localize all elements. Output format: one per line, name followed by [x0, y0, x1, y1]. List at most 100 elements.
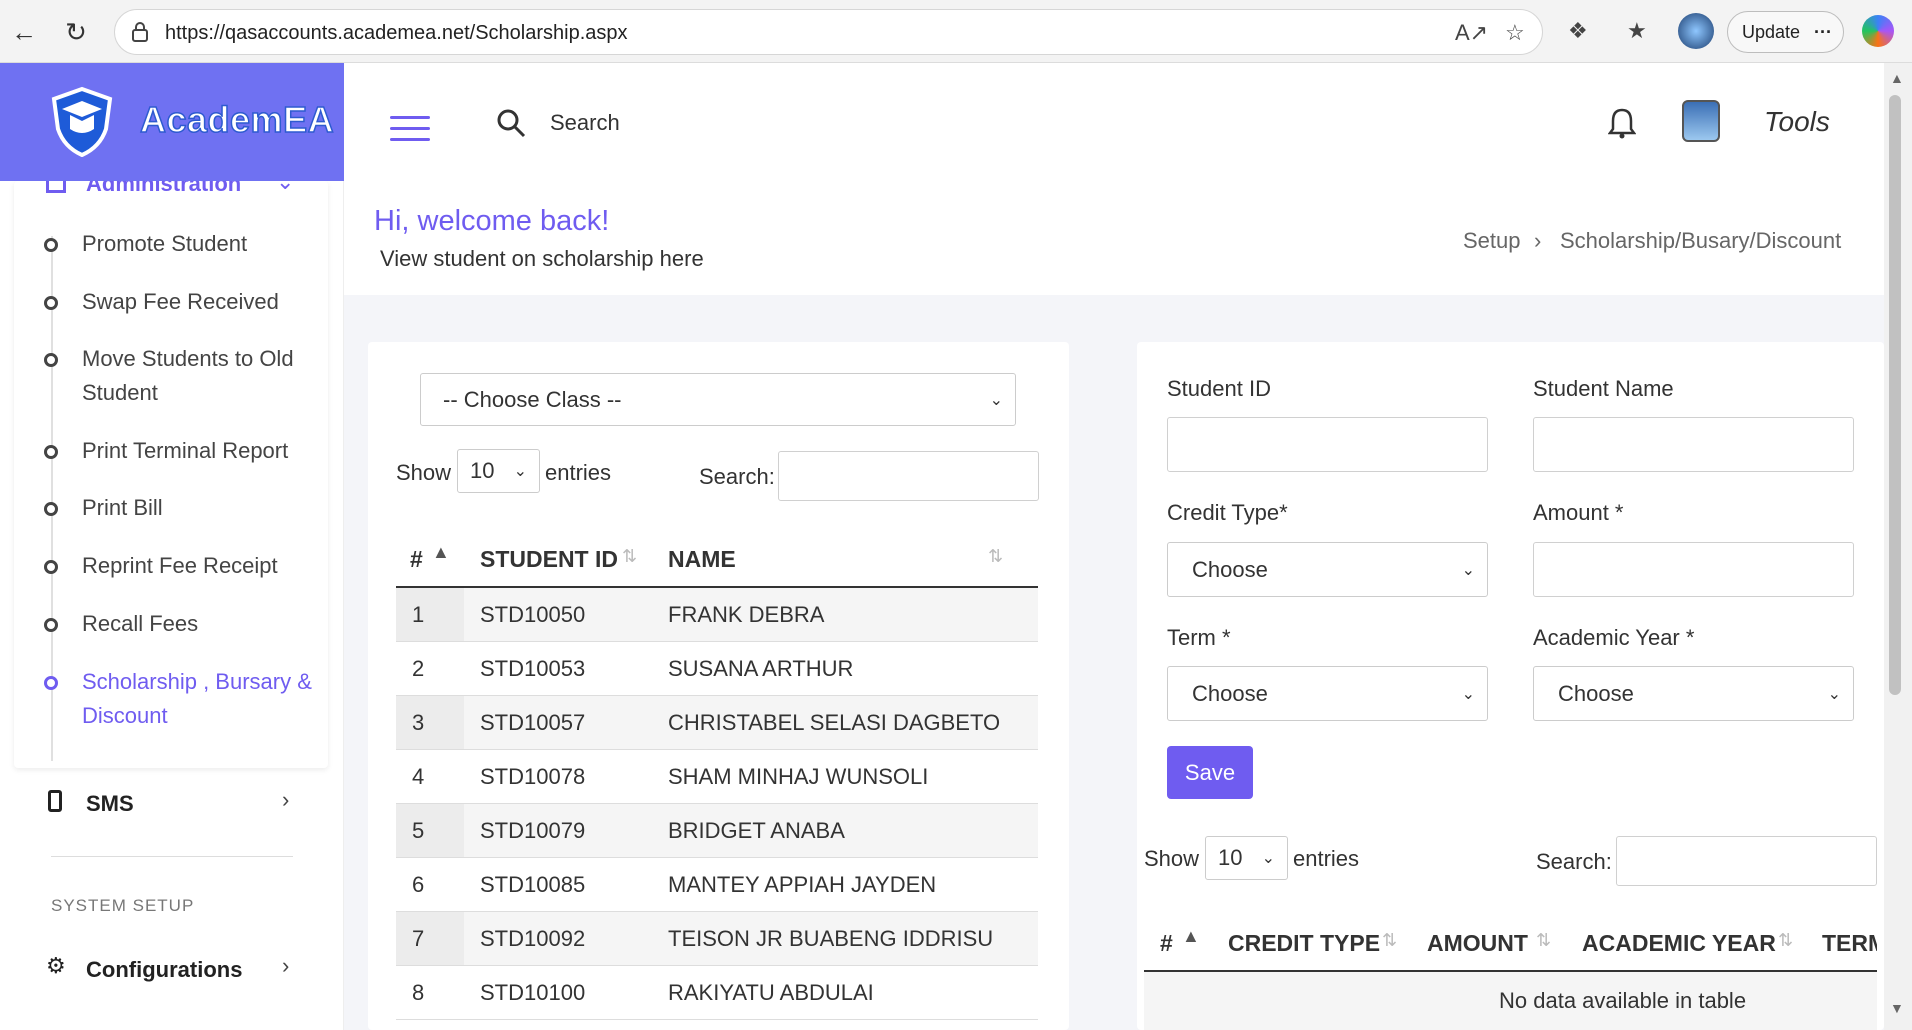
term-select[interactable]: Choose ⌄	[1167, 666, 1488, 721]
sort-icon[interactable]: ▲	[1182, 926, 1200, 947]
entries-select-value: 10	[1218, 845, 1243, 870]
scrollbar-thumb[interactable]	[1889, 95, 1901, 695]
column-header-academic-year[interactable]: ACADEMIC YEAR	[1582, 930, 1776, 957]
sidebar-item-label: Scholarship , Bursary & Discount	[82, 669, 312, 728]
column-header-student-id[interactable]: STUDENT ID	[480, 546, 618, 573]
scroll-down-icon[interactable]: ▼	[1890, 1000, 1904, 1016]
sidebar-item-label: Swap Fee Received	[82, 289, 279, 314]
header-search-label[interactable]: Search	[550, 110, 620, 136]
student-name-input[interactable]	[1533, 417, 1854, 472]
bullet-icon	[44, 676, 58, 690]
row-name: BRIDGET ANABA	[668, 818, 845, 843]
chevron-down-icon[interactable]: ⌄	[276, 181, 294, 195]
sidebar-divider	[51, 856, 293, 857]
bell-icon[interactable]	[1608, 107, 1636, 139]
class-select-value: -- Choose Class --	[443, 386, 622, 412]
academic-year-select[interactable]: Choose ⌄	[1533, 666, 1854, 721]
sidebar-item-configurations[interactable]: Configurations	[86, 957, 242, 983]
read-aloud-icon[interactable]: A↗	[1455, 20, 1488, 46]
row-student-id: STD10053	[480, 656, 586, 681]
bullet-icon	[44, 238, 58, 252]
favorite-star-icon[interactable]: ☆	[1505, 20, 1525, 46]
extensions-icon[interactable]: ❖	[1568, 18, 1588, 44]
save-button[interactable]: Save	[1167, 746, 1253, 799]
chevron-down-icon: ⌄	[1461, 561, 1475, 579]
sort-icon[interactable]: ⇅	[1778, 930, 1793, 951]
brand-name[interactable]: AcademEA	[139, 98, 334, 141]
row-name: FRANK DEBRA	[668, 602, 825, 627]
table-row[interactable]: 8 STD10100 RAKIYATU ABDULAI	[396, 966, 1038, 1020]
column-header-credit-type[interactable]: CREDIT TYPE	[1228, 930, 1380, 957]
sidebar-item-move-students[interactable]: Move Students to Old Student	[38, 342, 298, 410]
class-select[interactable]: -- Choose Class -- ⌄	[420, 373, 1016, 426]
show-label: Show	[1144, 846, 1200, 871]
show-label: Show	[396, 460, 452, 485]
update-button[interactable]: Update ···	[1727, 11, 1844, 53]
credit-type-select[interactable]: Choose ⌄	[1167, 542, 1488, 597]
url-text[interactable]: https://qasaccounts.academea.net/Scholar…	[165, 22, 628, 45]
logo-icon	[51, 86, 113, 157]
column-header-name[interactable]: NAME	[668, 546, 736, 573]
column-header-number[interactable]: #	[1160, 930, 1173, 957]
address-bar[interactable]: https://qasaccounts.academea.net/Scholar…	[114, 9, 1543, 55]
sort-icon[interactable]: ⇅	[1536, 930, 1551, 951]
tools-menu[interactable]: Tools	[1764, 106, 1830, 138]
row-name: SUSANA ARTHUR	[668, 656, 854, 681]
amount-label: Amount *	[1533, 500, 1624, 525]
site-info-icon[interactable]	[129, 21, 151, 43]
column-header-number[interactable]: #	[410, 546, 423, 573]
sidebar-item-sms[interactable]: SMS	[86, 791, 134, 817]
back-icon[interactable]: ←	[6, 14, 42, 50]
amount-input[interactable]	[1533, 542, 1854, 597]
row-student-id: STD10057	[480, 710, 586, 735]
chevron-down-icon: ⌄	[1261, 850, 1275, 867]
table-row[interactable]: 3 STD10057 CHRISTABEL SELASI DAGBETO	[396, 696, 1038, 750]
sort-icon[interactable]: ⇅	[1382, 930, 1397, 951]
chevron-right-icon[interactable]: ›	[282, 953, 289, 979]
student-id-input[interactable]	[1167, 417, 1488, 472]
bullet-icon	[44, 296, 58, 310]
column-header-term-clip: TERM	[1822, 914, 1877, 970]
column-header-amount[interactable]: AMOUNT	[1427, 930, 1528, 957]
table-row[interactable]: 4 STD10078 SHAM MINHAJ WUNSOLI	[396, 750, 1038, 804]
row-name: SHAM MINHAJ WUNSOLI	[668, 764, 929, 789]
row-number: 2	[412, 656, 425, 681]
table-row[interactable]: 5 STD10079 BRIDGET ANABA	[396, 804, 1038, 858]
scroll-up-icon[interactable]: ▲	[1890, 70, 1904, 86]
copilot-icon[interactable]	[1862, 15, 1894, 47]
table-row[interactable]: 2 STD10053 SUSANA ARTHUR	[396, 642, 1038, 696]
favorites-icon[interactable]: ★	[1627, 18, 1647, 44]
refresh-icon[interactable]: ↻	[58, 14, 94, 50]
breadcrumb-setup[interactable]: Setup	[1463, 228, 1521, 254]
browser-toolbar: ← ↻ https://qasaccounts.academea.net/Sch…	[0, 0, 1912, 63]
school-crest-avatar[interactable]	[1682, 100, 1720, 142]
scholarship-search-input[interactable]	[1616, 836, 1877, 886]
chevron-right-icon[interactable]: ›	[282, 787, 289, 813]
row-student-id: STD10079	[480, 818, 586, 843]
empty-table-message: No data available in table	[1499, 988, 1747, 1013]
profile-avatar[interactable]	[1678, 13, 1714, 49]
sidebar-item-scholarship[interactable]: Scholarship , Bursary & Discount	[38, 665, 312, 733]
breadcrumb-current: Scholarship/Busary/Discount	[1560, 228, 1842, 253]
entries-select[interactable]: 10 ⌄	[1205, 836, 1288, 880]
academic-year-value: Choose	[1558, 680, 1634, 706]
student-search-input[interactable]	[778, 451, 1039, 501]
student-id-label: Student ID	[1167, 376, 1271, 401]
table-row[interactable]: 7 STD10092 TEISON JR BUABENG IDDRISU	[396, 912, 1038, 966]
bullet-icon	[44, 502, 58, 516]
entries-select[interactable]: 10 ⌄	[457, 449, 540, 493]
more-options-icon[interactable]: ···	[1814, 22, 1832, 43]
search-icon[interactable]	[496, 108, 526, 138]
table-row[interactable]: 1 STD10050 FRANK DEBRA	[396, 588, 1038, 642]
hamburger-menu-icon[interactable]	[390, 116, 430, 142]
row-number: 7	[412, 926, 425, 951]
sort-icon[interactable]: ⇅	[988, 546, 1003, 567]
sort-icon[interactable]: ▲	[432, 542, 450, 563]
table-row[interactable]: 6 STD10085 MANTEY APPIAH JAYDEN	[396, 858, 1038, 912]
column-header-term[interactable]: TERM	[1822, 930, 1877, 957]
entries-label: entries	[1293, 846, 1360, 871]
sidebar-item-label: Print Terminal Report	[82, 438, 289, 463]
sidebar: Administration ⌄ Promote Student Swap Fe…	[0, 181, 344, 1030]
sidebar-section-administration[interactable]: Administration	[86, 181, 241, 197]
sort-icon[interactable]: ⇅	[622, 546, 637, 567]
